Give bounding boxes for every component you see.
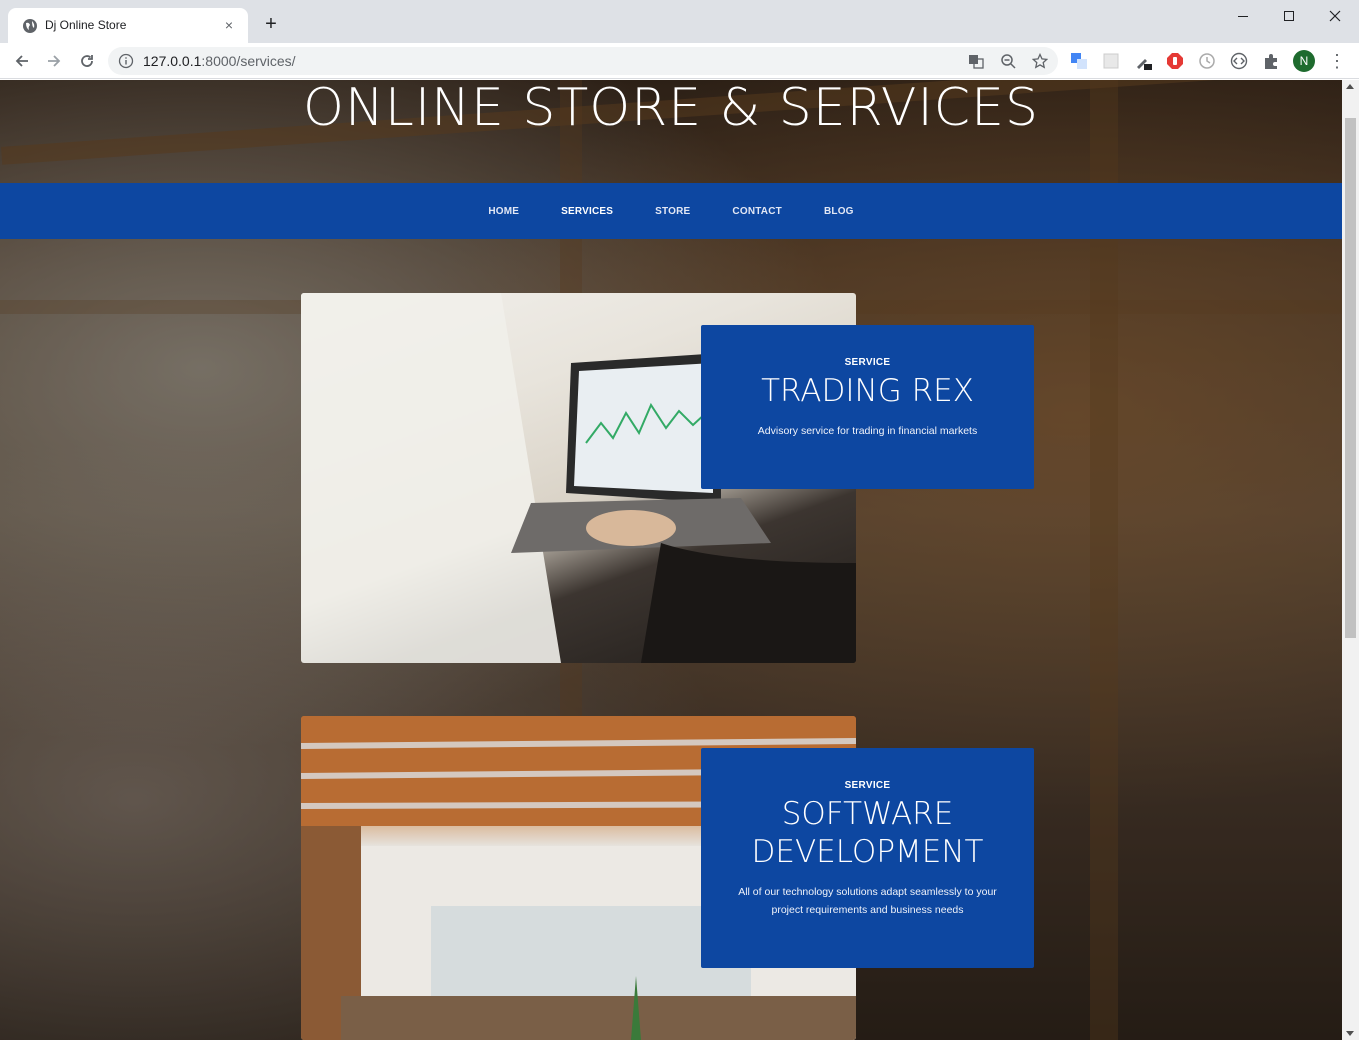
service-kicker: SERVICE [844,780,891,791]
back-button[interactable] [10,49,34,73]
site-title: ONLINE STORE & SERVICES [303,80,1039,138]
browser-menu-icon[interactable]: ⋮ [1328,51,1346,71]
maximize-icon [1284,11,1294,21]
service-kicker: SERVICE [844,357,891,368]
page-scrollbar[interactable] [1342,80,1359,1040]
nav-services[interactable]: SERVICES [561,206,613,217]
minimize-icon [1238,15,1248,17]
profile-avatar[interactable]: N [1293,50,1315,72]
service-description: Advisory service for trading in financia… [757,425,978,437]
service-card-trading: SERVICE TRADING REX Advisory service for… [701,325,1034,489]
close-icon [1329,10,1341,22]
extension-eyedropper-icon[interactable] [1133,51,1153,71]
url-host: 127.0.0.1 [143,53,202,69]
nav-contact[interactable]: CONTACT [732,206,782,217]
forward-button[interactable] [42,49,66,73]
url-path: :8000/services/ [201,53,296,69]
extension-code-icon[interactable] [1229,51,1249,71]
extension-translate-icon[interactable] [1069,51,1089,71]
nav-blog[interactable]: BLOG [824,206,854,217]
zoom-out-icon[interactable] [1000,53,1016,69]
info-icon[interactable] [118,53,134,69]
url-text[interactable]: 127.0.0.1:8000/services/ [143,53,296,69]
reload-icon [81,55,93,67]
address-bar[interactable]: 127.0.0.1:8000/services/ [108,47,1058,75]
service-description: All of our technology solutions adapt se… [738,886,997,916]
minimize-button[interactable] [1220,0,1266,32]
globe-icon [23,19,37,33]
maximize-button[interactable] [1266,0,1312,32]
nav-store[interactable]: STORE [655,206,690,217]
tab-title: Dj Online Store [45,18,127,32]
bookmark-star-icon[interactable] [1032,53,1048,69]
scroll-down-icon[interactable] [1346,1031,1354,1036]
browser-tab[interactable]: Dj Online Store × [8,8,248,43]
scrollbar-thumb[interactable] [1345,118,1356,638]
extension-adblock-icon[interactable] [1165,51,1185,71]
browser-toolbar: 127.0.0.1:8000/services/ [0,43,1359,79]
reload-button[interactable] [75,49,99,73]
nav-home[interactable]: HOME [488,206,519,217]
extension-clock-icon[interactable] [1197,51,1217,71]
service-title: SOFTWARE DEVELOPMENT [751,796,984,870]
close-window-button[interactable] [1312,0,1358,32]
browser-titlebar: Dj Online Store × + [0,0,1359,43]
service-card-software: SERVICE SOFTWARE DEVELOPMENT All of our … [701,748,1034,968]
arrow-right-icon [48,55,61,67]
extension-blank-icon[interactable] [1101,51,1121,71]
page-viewport: ONLINE STORE & SERVICES HOME SERVICES ST… [0,80,1342,1040]
main-navigation: HOME SERVICES STORE CONTACT BLOG [0,183,1342,239]
arrow-left-icon [15,55,28,67]
extensions-puzzle-icon[interactable] [1261,51,1281,71]
scroll-up-icon[interactable] [1346,84,1354,89]
new-tab-button[interactable]: + [260,13,282,35]
service-title: TRADING REX [761,373,974,409]
close-tab-icon[interactable]: × [220,16,238,34]
translate-icon[interactable] [968,53,984,69]
